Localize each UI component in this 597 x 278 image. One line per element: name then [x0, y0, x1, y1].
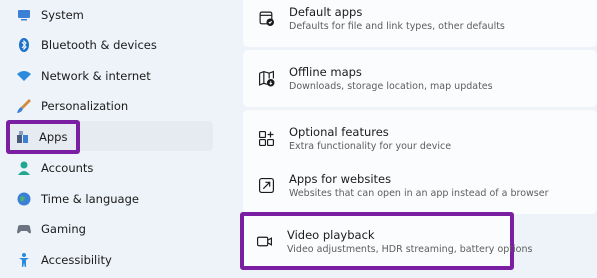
card-offline-maps[interactable]: Offline maps Downloads, storage location…: [243, 50, 597, 107]
sidebar-item-label: Accounts: [41, 161, 94, 175]
sidebar-item-personalization[interactable]: Personalization: [8, 91, 213, 121]
sidebar-item-label: System: [41, 8, 84, 22]
sidebar-item-network[interactable]: Network & internet: [8, 61, 213, 91]
bluetooth-icon: [16, 37, 32, 53]
sidebar-item-accessibility[interactable]: Accessibility: [8, 245, 213, 275]
video-camera-icon: [255, 232, 273, 250]
sidebar-item-label: Accessibility: [41, 253, 112, 267]
sidebar-item-label: Network & internet: [41, 69, 151, 83]
sidebar-item-label: Time & language: [41, 192, 139, 206]
sidebar-item-bluetooth[interactable]: Bluetooth & devices: [8, 30, 213, 60]
card-description: Websites that can open in an app instead…: [289, 188, 549, 199]
sidebar-item-accounts[interactable]: Accounts: [8, 153, 213, 183]
globe-icon: [16, 191, 32, 207]
card-apps-for-websites[interactable]: Apps for websites Websites that can open…: [243, 157, 597, 214]
card-video-playback[interactable]: Video playback Video adjustments, HDR st…: [240, 212, 532, 270]
card-default-apps[interactable]: Default apps Defaults for file and link …: [243, 0, 597, 47]
card-title: Apps for websites: [289, 172, 392, 186]
accounts-icon: [16, 160, 32, 176]
card-description: Video adjustments, HDR streaming, batter…: [287, 243, 533, 255]
card-title: Default apps: [289, 5, 363, 19]
main-content: Default apps Defaults for file and link …: [240, 0, 597, 278]
card-title: Optional features: [289, 125, 389, 139]
system-icon: [16, 7, 32, 23]
gaming-icon: [16, 221, 32, 237]
card-title: Offline maps: [289, 65, 362, 79]
accessibility-icon: [16, 252, 32, 268]
brush-icon: [16, 98, 32, 114]
sidebar-item-time-language[interactable]: Time & language: [8, 184, 213, 214]
default-apps-icon: [257, 10, 275, 28]
apps-for-websites-icon: [257, 177, 275, 195]
sidebar-item-apps[interactable]: Apps: [6, 120, 80, 154]
sidebar-item-label: Apps: [39, 130, 68, 144]
sidebar-item-label: Bluetooth & devices: [41, 38, 157, 52]
wifi-icon: [16, 68, 32, 84]
sidebar-item-label: Gaming: [41, 222, 86, 236]
offline-maps-icon: [257, 70, 275, 88]
card-description: Defaults for file and link types, other …: [289, 21, 505, 32]
apps-icon: [15, 129, 31, 145]
card-title: Video playback: [287, 227, 375, 242]
card-description: Downloads, storage location, map updates: [289, 81, 493, 92]
card-description: Extra functionality for your device: [289, 141, 452, 152]
optional-features-icon: [257, 130, 275, 148]
sidebar-item-system[interactable]: System: [8, 0, 213, 30]
sidebar-item-label: Personalization: [41, 99, 129, 113]
sidebar-item-gaming[interactable]: Gaming: [8, 214, 213, 244]
sidebar: System Bluetooth & devices Network & int…: [0, 0, 228, 278]
